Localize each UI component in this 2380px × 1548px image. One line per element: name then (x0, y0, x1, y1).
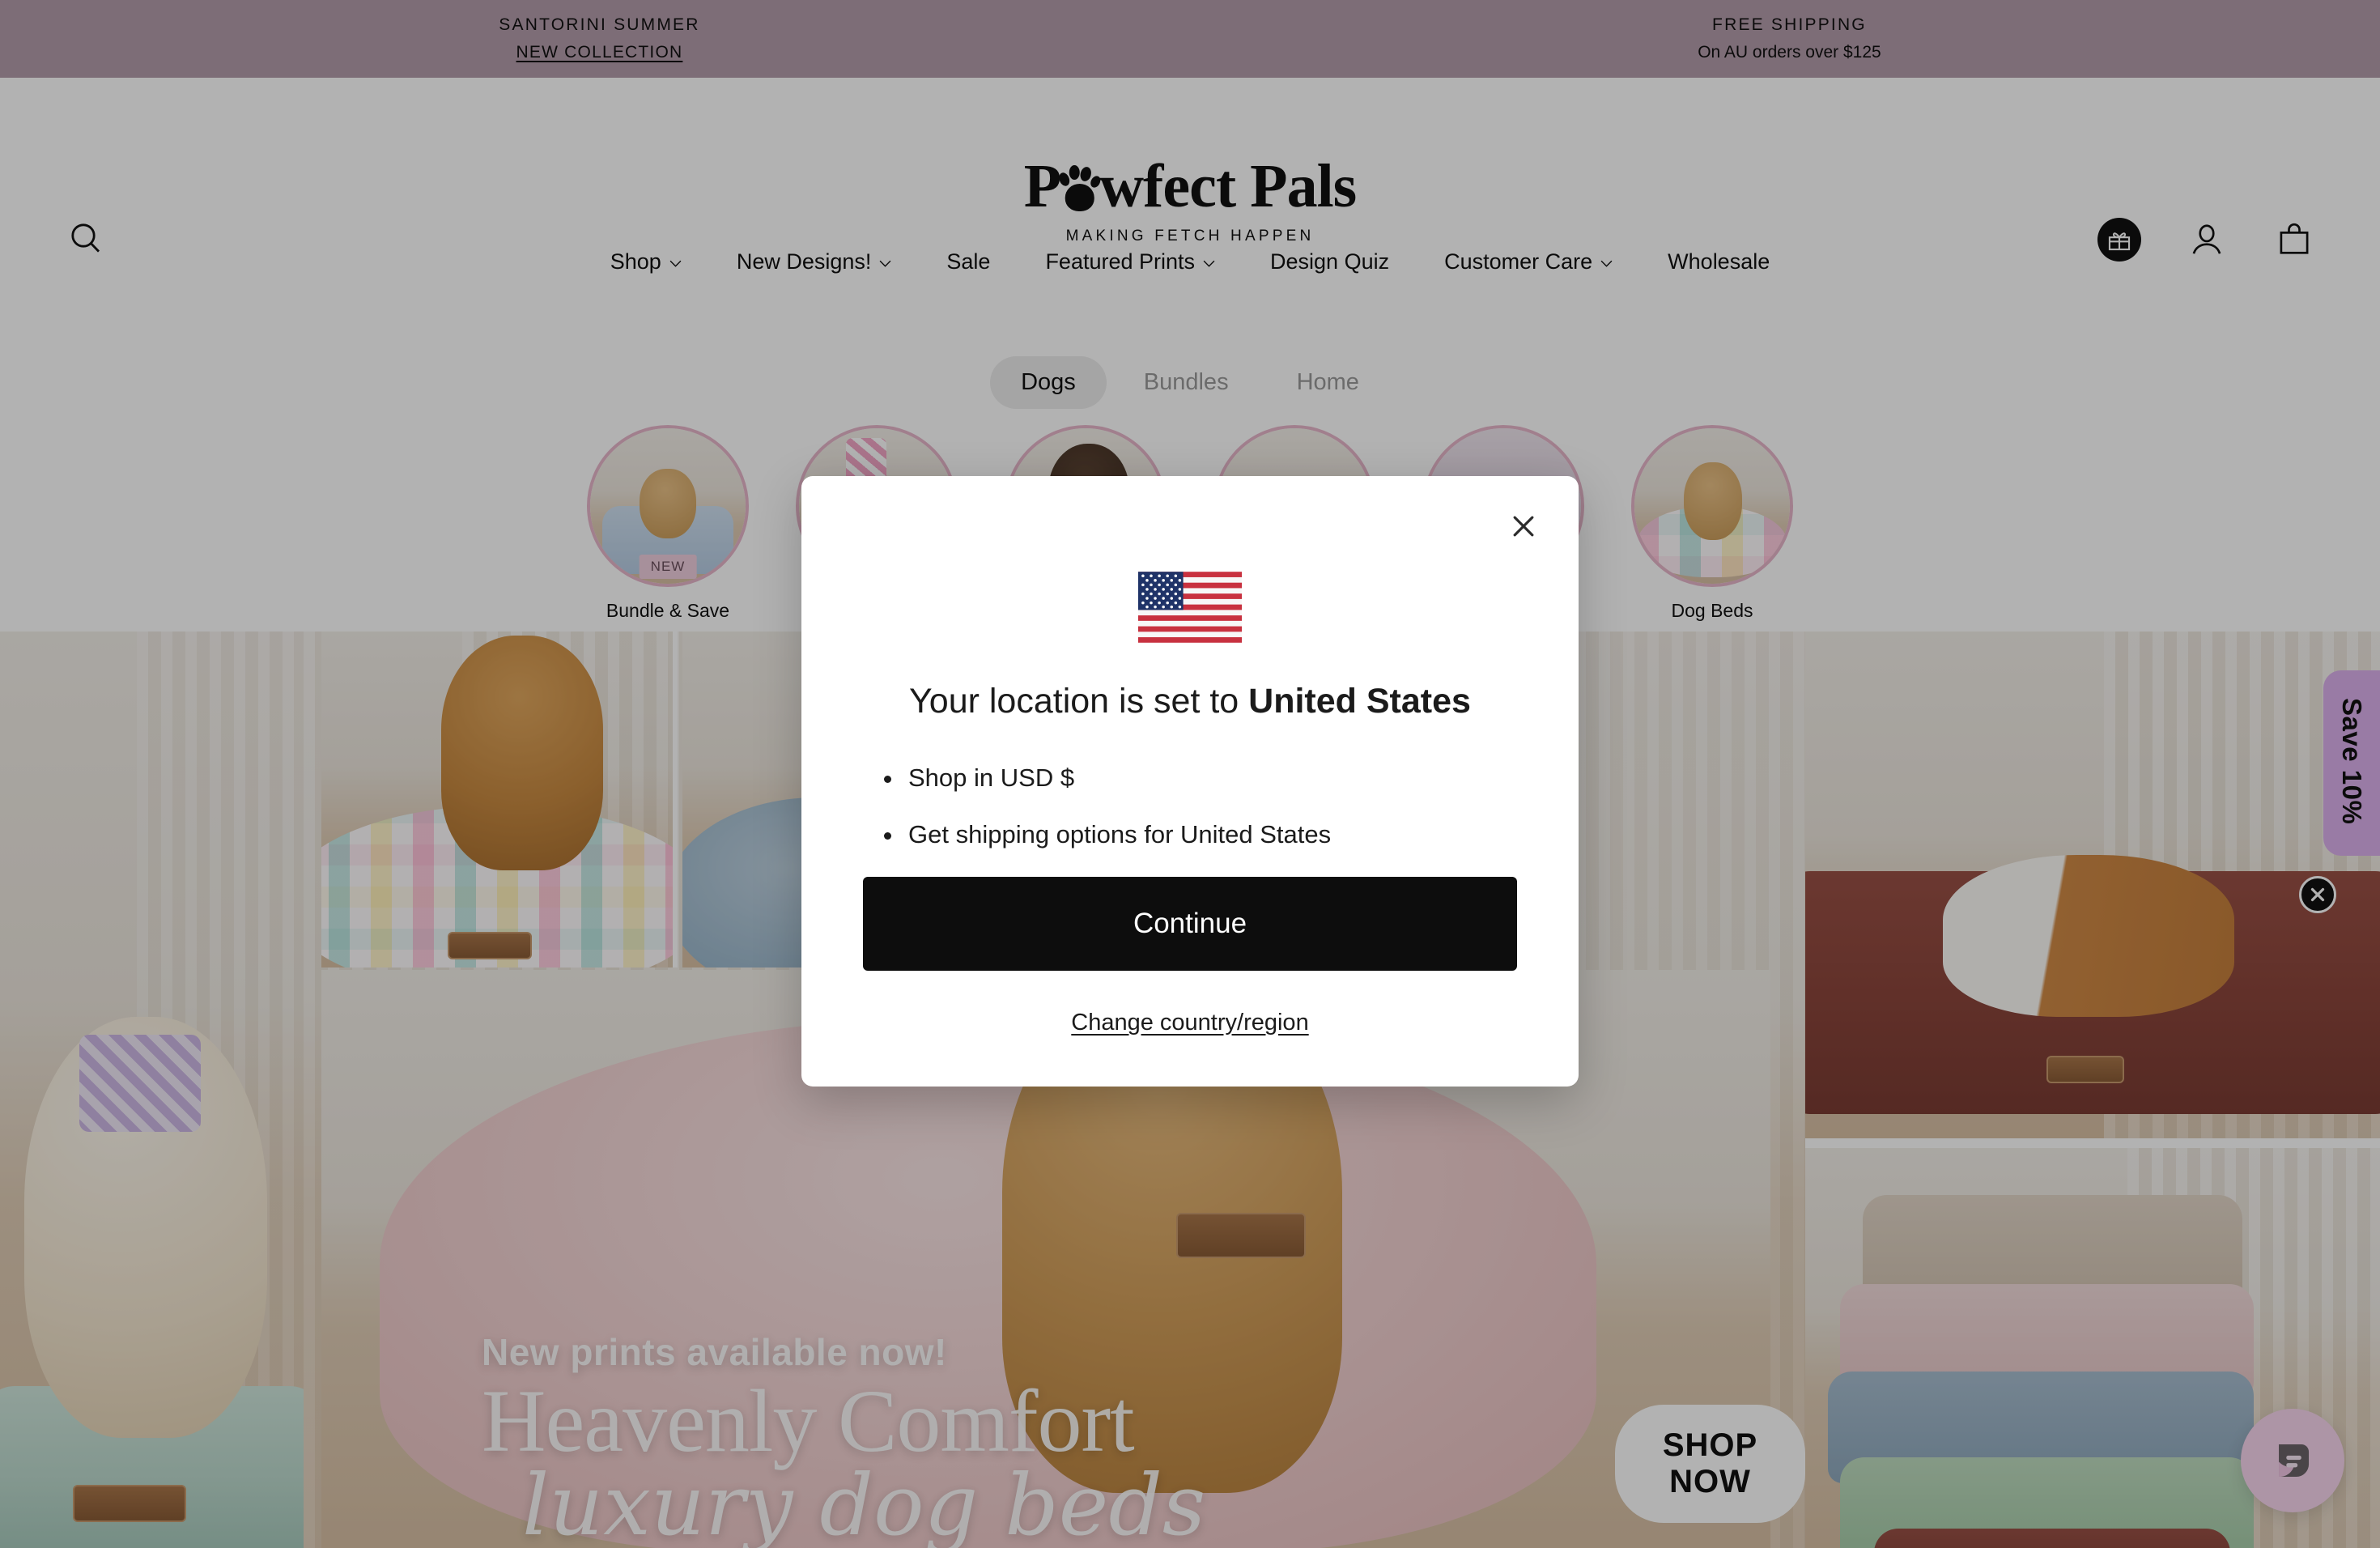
change-country-link[interactable]: Change country/region (863, 1010, 1517, 1036)
modal-benefit-item: Get shipping options for United States (878, 820, 1517, 849)
us-flag-icon (1138, 572, 1242, 643)
page-root: New prints available now! Heavenly Comfo… (0, 0, 2380, 1548)
continue-button[interactable]: Continue (863, 877, 1517, 971)
modal-heading: Your location is set to United States (863, 682, 1517, 721)
modal-benefit-list: Shop in USD $ Get shipping options for U… (878, 763, 1517, 849)
modal-heading-country: United States (1248, 682, 1471, 721)
modal-heading-prefix: Your location is set to (909, 682, 1249, 721)
modal-benefit-item: Shop in USD $ (878, 763, 1517, 793)
modal-close-button[interactable] (1501, 504, 1546, 549)
location-modal: Your location is set to United States Sh… (801, 476, 1579, 1087)
close-icon (1513, 516, 1534, 537)
